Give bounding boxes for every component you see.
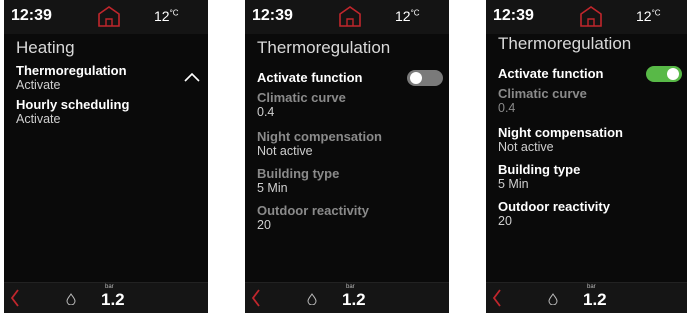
setting-label: Building type: [498, 162, 581, 177]
setting-climatic-curve[interactable]: Climatic curve 0.4: [257, 90, 441, 120]
settings-list: Activate function Climatic curve 0.4 Nig…: [498, 66, 682, 233]
setting-label: Outdoor reactivity: [498, 199, 610, 214]
menu-item-label: Thermoregulation: [16, 63, 127, 78]
status-bar: 12:39 12°C: [486, 0, 687, 34]
page-title: Thermoregulation: [257, 38, 391, 57]
pressure-value: 1.2: [101, 290, 125, 309]
heating-screen: 12:39 12°C Heating Thermoregulation Acti…: [4, 0, 208, 313]
setting-value: 0.4: [257, 105, 275, 119]
pressure-value: 1.2: [342, 290, 366, 309]
settings-list: Activate function Climatic curve 0.4 Nig…: [257, 70, 441, 237]
menu-item-value: Activate: [16, 112, 61, 126]
clock: 12:39: [11, 7, 52, 24]
setting-label: Climatic curve: [498, 86, 587, 101]
clock: 12:39: [252, 7, 293, 24]
outdoor-temp: 12°C: [154, 8, 179, 24]
back-arrow-icon[interactable]: [251, 289, 261, 307]
setting-night-compensation[interactable]: Night compensation Not active: [498, 125, 682, 155]
setting-night-compensation[interactable]: Night compensation Not active: [257, 129, 441, 159]
setting-value: Not active: [498, 140, 554, 154]
setting-value: 5 Min: [257, 181, 288, 195]
menu-item-label: Hourly scheduling: [16, 97, 130, 112]
footer-bar: bar 1.2: [245, 282, 449, 313]
footer-bar: bar 1.2: [4, 282, 208, 313]
thermoregulation-screen-off: 12:39 12°C Thermoregulation Activate fun…: [245, 0, 449, 313]
menu-item-value: Activate: [16, 78, 61, 92]
toggle-knob: [410, 72, 422, 84]
setting-outdoor-reactivity[interactable]: Outdoor reactivity 20: [498, 199, 682, 229]
pressure-value: 1.2: [583, 290, 607, 309]
setting-value: 5 Min: [498, 177, 529, 191]
outdoor-temp: 12°C: [395, 8, 420, 24]
footer-bar: bar 1.2: [486, 282, 687, 313]
setting-outdoor-reactivity[interactable]: Outdoor reactivity 20: [257, 203, 441, 233]
toggle-knob: [667, 68, 679, 80]
back-arrow-icon[interactable]: [492, 289, 502, 307]
home-icon[interactable]: [337, 5, 363, 27]
setting-value: Not active: [257, 144, 313, 158]
setting-climatic-curve[interactable]: Climatic curve 0.4: [498, 86, 682, 116]
menu-item-hourly-scheduling[interactable]: Hourly scheduling Activate: [16, 97, 200, 127]
menu-list: Thermoregulation Activate Hourly schedul…: [16, 63, 200, 131]
setting-value: 20: [498, 214, 512, 228]
status-bar: 12:39 12°C: [245, 0, 449, 34]
setting-label: Climatic curve: [257, 90, 346, 105]
thermoregulation-screen-on: 12:39 12°C Thermoregulation Activate fun…: [486, 0, 687, 313]
setting-building-type[interactable]: Building type 5 Min: [257, 166, 441, 196]
page-title: Heating: [16, 38, 75, 57]
status-bar: 12:39 12°C: [4, 0, 208, 34]
outdoor-temp: 12°C: [636, 8, 661, 24]
setting-value: 0.4: [498, 101, 516, 115]
activate-function-toggle[interactable]: [646, 66, 682, 82]
menu-item-thermoregulation[interactable]: Thermoregulation Activate: [16, 63, 200, 93]
clock: 12:39: [493, 7, 534, 24]
chevron-up-icon[interactable]: [184, 72, 200, 82]
home-icon[interactable]: [578, 5, 604, 27]
setting-label: Outdoor reactivity: [257, 203, 369, 218]
setting-label: Night compensation: [498, 125, 623, 140]
water-drop-icon: [548, 293, 558, 305]
setting-label: Night compensation: [257, 129, 382, 144]
setting-value: 20: [257, 218, 271, 232]
setting-label: Building type: [257, 166, 340, 181]
water-drop-icon: [307, 293, 317, 305]
home-icon[interactable]: [96, 5, 122, 27]
back-arrow-icon[interactable]: [10, 289, 20, 307]
water-drop-icon: [66, 293, 76, 305]
activate-function-toggle[interactable]: [407, 70, 443, 86]
page-title: Thermoregulation: [498, 34, 632, 53]
setting-building-type[interactable]: Building type 5 Min: [498, 162, 682, 192]
